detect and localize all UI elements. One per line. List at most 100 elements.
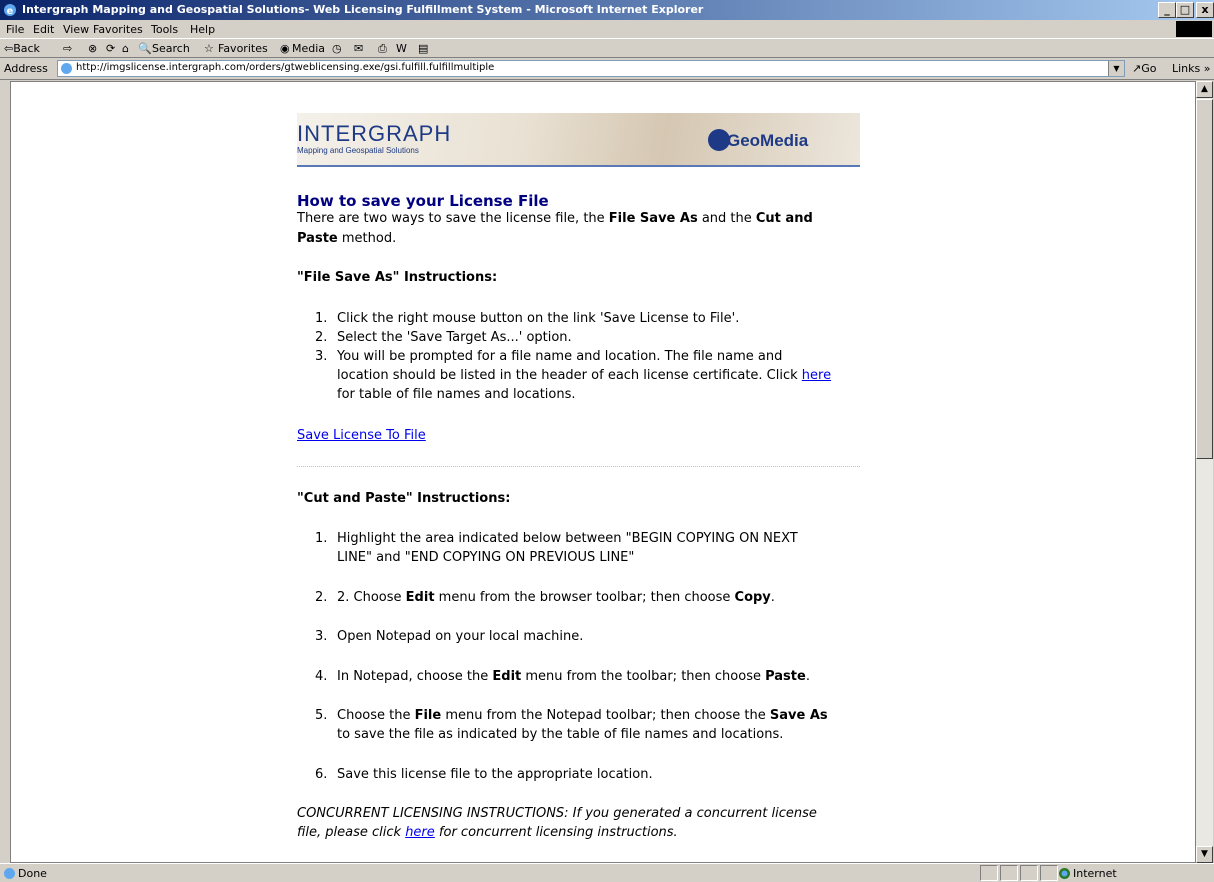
concurrent-here-link[interactable]: here xyxy=(405,825,435,840)
left-frame-edge xyxy=(0,81,10,863)
cp-item-5-bold-file: File xyxy=(414,708,442,723)
menu-view[interactable]: View xyxy=(63,23,89,36)
search-icon[interactable]: 🔍 xyxy=(138,42,152,55)
status-text: Done xyxy=(18,867,47,880)
cp-item-2: 2. Choose Edit menu from the browser too… xyxy=(337,590,775,605)
save-license-to-file-link[interactable]: Save License To File xyxy=(297,428,426,443)
page-viewport: INTERGRAPH Mapping and Geospatial Soluti… xyxy=(10,81,1196,863)
maximize-button[interactable]: □ xyxy=(1176,2,1194,18)
edit-icon[interactable]: W xyxy=(396,42,407,55)
search-button[interactable]: Search xyxy=(152,42,190,55)
menu-help[interactable]: Help xyxy=(190,23,215,36)
intro-bold-paste: Paste xyxy=(297,231,338,246)
menu-favorites[interactable]: Favorites xyxy=(93,23,143,36)
links-button[interactable]: Links » xyxy=(1172,62,1210,75)
fsa-item-1: Click the right mouse button on the link… xyxy=(337,311,740,326)
cp-item-4-bold-edit: Edit xyxy=(492,669,522,684)
cp-item-6: Save this license file to the appropriat… xyxy=(337,767,653,782)
banner-tagline: Mapping and Geospatial Solutions xyxy=(297,146,419,155)
history-icon[interactable]: ◷ xyxy=(332,42,342,55)
close-button[interactable]: x xyxy=(1196,2,1214,18)
cp-item-2-text: 2. Choose xyxy=(337,590,406,605)
fsa-item-1-number: 1. xyxy=(315,311,328,326)
internet-zone-icon xyxy=(1059,868,1070,879)
menu-edit[interactable]: Edit xyxy=(33,23,54,36)
concurrent-text-2: for concurrent licensing instructions. xyxy=(434,825,678,840)
scroll-down-icon[interactable]: ▼ xyxy=(1196,846,1213,863)
discuss-icon[interactable]: ▤ xyxy=(418,42,428,55)
cp-item-5-bold-save-as: Save As xyxy=(769,708,828,723)
cp-item-3-number: 3. xyxy=(315,629,328,644)
menu-bar: File Edit View Favorites Tools Help xyxy=(0,20,1214,38)
page-icon xyxy=(61,63,72,74)
menu-file[interactable]: File xyxy=(6,23,24,36)
intro-line-2: Paste method. xyxy=(297,231,396,246)
fsa-item-3-number: 3. xyxy=(315,349,328,364)
cp-item-6-number: 6. xyxy=(315,767,328,782)
svg-text:e: e xyxy=(7,6,14,17)
scroll-up-icon[interactable]: ▲ xyxy=(1196,81,1213,98)
status-panel-1 xyxy=(980,865,998,881)
banner-underline xyxy=(297,165,860,167)
cp-item-2-text-2: menu from the browser toolbar; then choo… xyxy=(434,590,735,605)
fsa-item-3-line3: for table of file names and locations. xyxy=(337,387,576,402)
media-button[interactable]: Media xyxy=(292,42,325,55)
internet-explorer-icon: e xyxy=(4,4,16,17)
home-icon[interactable]: ⌂ xyxy=(122,42,129,55)
fsa-item-3-text: location should be listed in the header … xyxy=(337,368,802,383)
print-icon[interactable]: ⎙ xyxy=(378,42,387,56)
cp-item-2-number: 2. xyxy=(315,590,328,605)
refresh-icon[interactable]: ⟳ xyxy=(106,42,115,55)
cp-item-5-text: Choose the xyxy=(337,708,415,723)
fsa-item-2-number: 2. xyxy=(315,330,328,345)
intro-text: There are two ways to save the license f… xyxy=(297,211,609,226)
cp-item-1-line1: Highlight the area indicated below betwe… xyxy=(337,531,798,546)
minimize-button[interactable]: _ xyxy=(1158,2,1176,18)
cp-item-4-period: . xyxy=(805,669,810,684)
address-input[interactable]: http://imgslicense.intergraph.com/orders… xyxy=(57,60,1125,77)
file-table-here-link[interactable]: here xyxy=(802,368,831,383)
go-button[interactable]: ↗Go xyxy=(1132,62,1156,75)
header-banner: INTERGRAPH Mapping and Geospatial Soluti… xyxy=(297,113,860,167)
status-panel-3 xyxy=(1020,865,1038,881)
concurrent-text: file, please click xyxy=(297,825,406,840)
intro-line-1: There are two ways to save the license f… xyxy=(297,211,813,226)
status-bar: Done Internet xyxy=(0,863,1214,882)
cp-item-4: In Notepad, choose the Edit menu from th… xyxy=(337,669,810,684)
intro-bold-cut-and: Cut and xyxy=(755,211,813,226)
intro-bold-file-save-as: File Save As xyxy=(608,211,698,226)
cp-item-1-number: 1. xyxy=(315,531,328,546)
address-dropdown-icon[interactable]: ▼ xyxy=(1108,61,1124,76)
cp-item-4-text-2: menu from the toolbar; then choose xyxy=(521,669,766,684)
scroll-thumb[interactable] xyxy=(1196,99,1213,459)
vertical-scrollbar[interactable]: ▲ ▼ xyxy=(1196,81,1213,863)
standard-toolbar: ⇦Back ⇨ ⊗ ⟳ ⌂ 🔍 Search ☆ Favorites ◉ Med… xyxy=(0,38,1214,58)
page-done-icon xyxy=(4,868,15,879)
back-button[interactable]: ⇦Back xyxy=(4,42,40,55)
window-title: Intergraph Mapping and Geospatial Soluti… xyxy=(22,3,704,16)
menu-tools[interactable]: Tools xyxy=(151,23,178,36)
address-url: http://imgslicense.intergraph.com/orders… xyxy=(76,62,495,73)
cp-item-3: Open Notepad on your local machine. xyxy=(337,629,584,644)
fsa-item-3-line2: location should be listed in the header … xyxy=(337,368,831,383)
intro-text-method: method. xyxy=(337,231,397,246)
stop-icon[interactable]: ⊗ xyxy=(88,42,97,55)
status-panel-4 xyxy=(1040,865,1058,881)
cp-item-4-bold-paste: Paste xyxy=(765,669,806,684)
go-arrow-icon: ↗ xyxy=(1132,62,1142,75)
cp-item-5-number: 5. xyxy=(315,708,328,723)
cp-item-1-line2: LINE" and "END COPYING ON PREVIOUS LINE" xyxy=(337,550,635,565)
page-heading: How to save your License File xyxy=(297,192,549,210)
forward-button[interactable]: ⇨ xyxy=(63,42,72,55)
mail-icon[interactable]: ✉ xyxy=(354,42,363,55)
media-icon[interactable]: ◉ xyxy=(280,42,290,55)
cp-item-2-bold-edit: Edit xyxy=(405,590,435,605)
address-label: Address xyxy=(4,62,48,75)
cp-item-2-period: . xyxy=(770,590,775,605)
geomedia-logo: GeoMedia xyxy=(727,131,809,150)
file-save-as-heading: "File Save As" Instructions: xyxy=(297,270,498,285)
favorites-button[interactable]: Favorites xyxy=(218,42,268,55)
cp-item-5-text-2: menu from the Notepad toolbar; then choo… xyxy=(441,708,770,723)
intro-text-and: and the xyxy=(697,211,756,226)
favorites-icon[interactable]: ☆ xyxy=(204,42,214,55)
